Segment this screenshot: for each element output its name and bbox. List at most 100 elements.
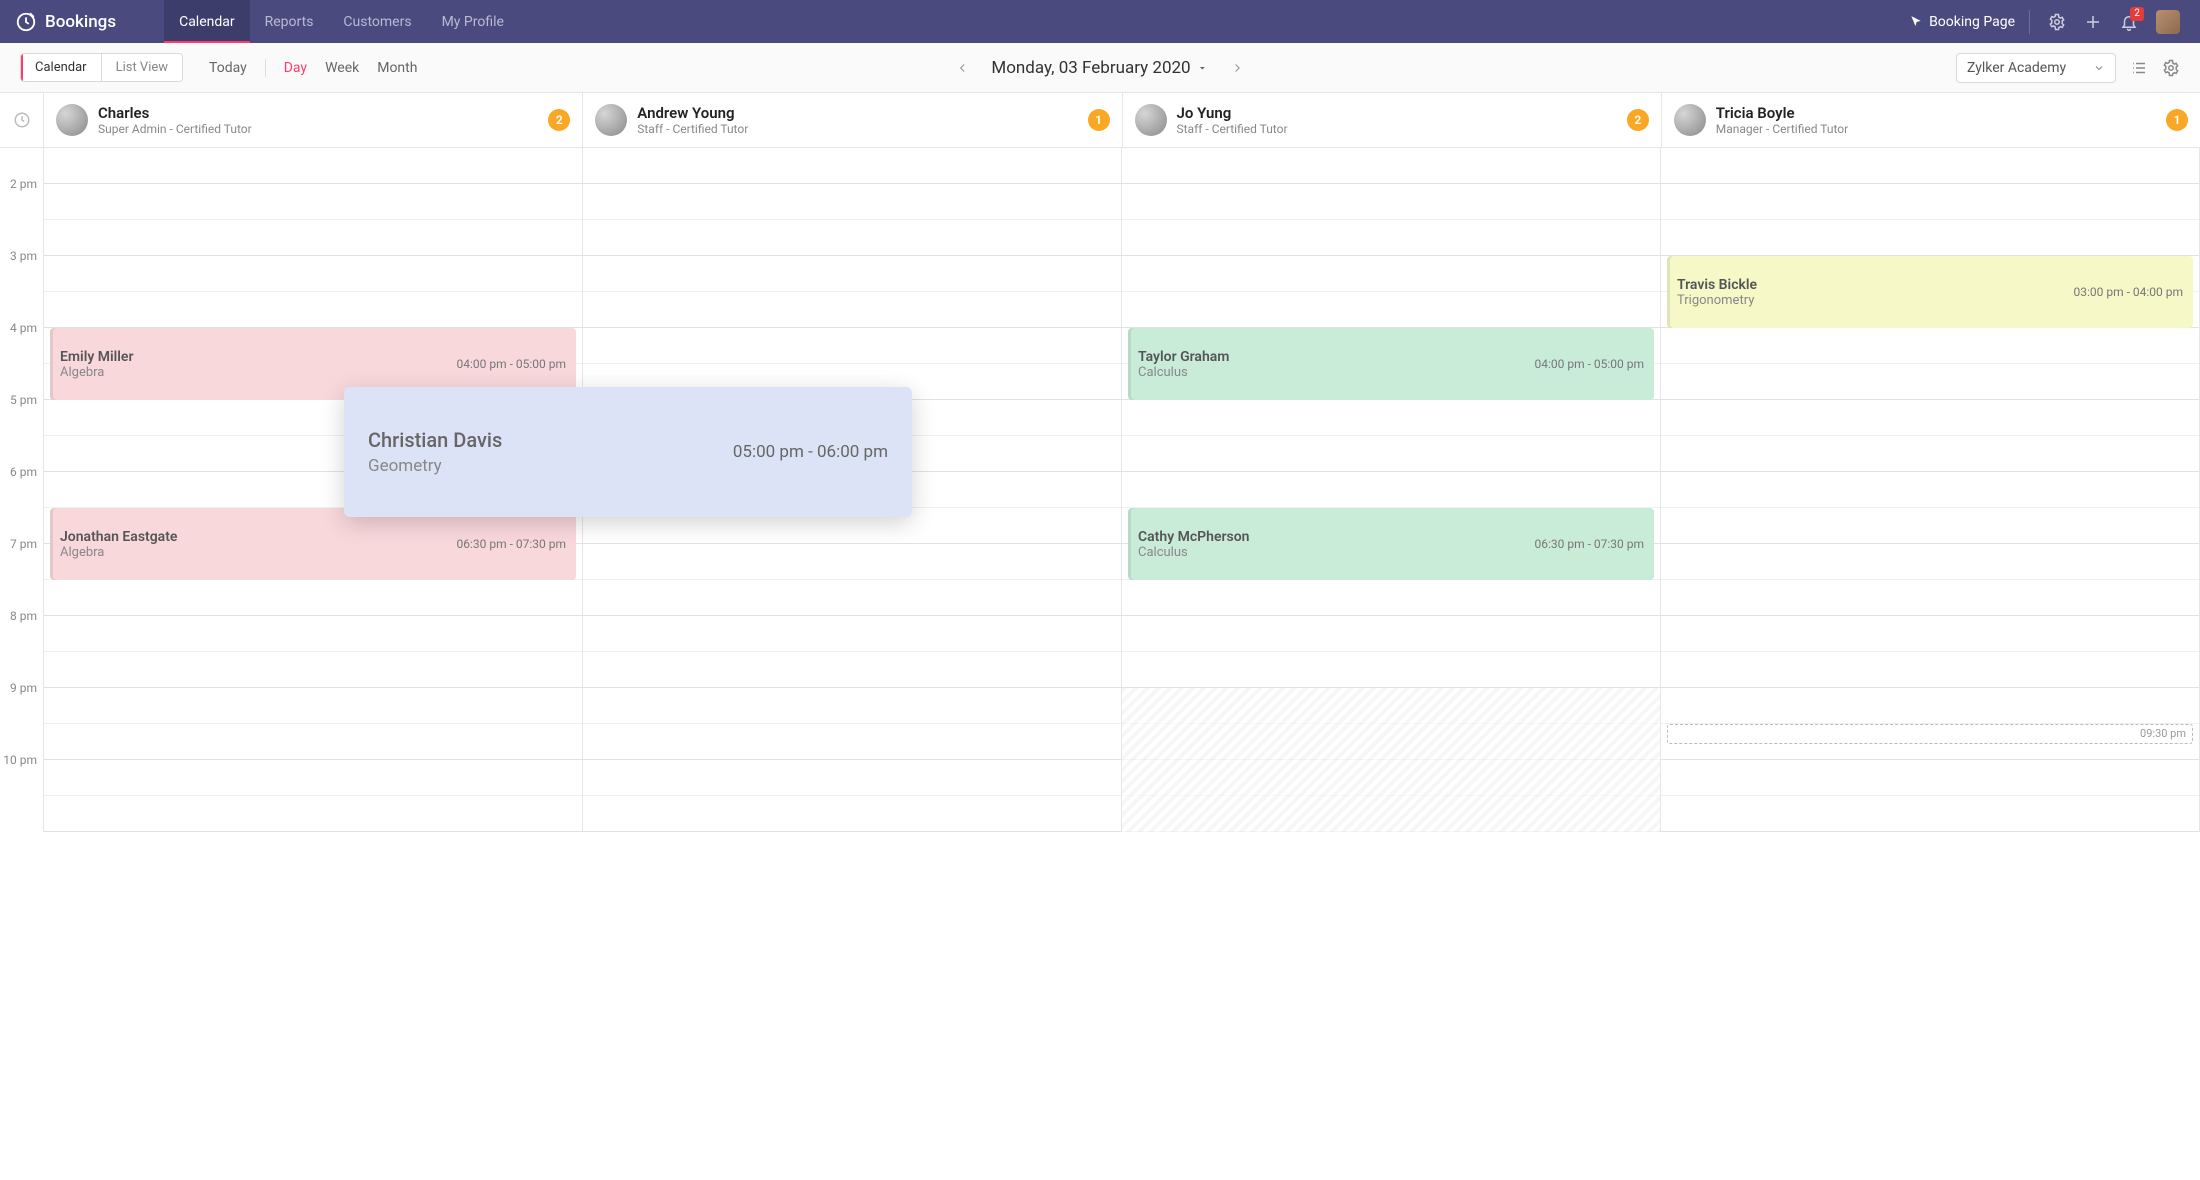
time-slot[interactable] (1661, 688, 2199, 724)
time-slot[interactable] (583, 292, 1121, 328)
calendar-event[interactable]: Travis BickleTrigonometry03:00 pm - 04:0… (1667, 256, 2193, 328)
plus-icon[interactable] (2084, 13, 2102, 31)
time-slot[interactable] (44, 724, 582, 760)
time-slot[interactable] (1122, 724, 1660, 760)
appointment-count-badge: 2 (1627, 109, 1649, 131)
time-slot[interactable] (1661, 400, 2199, 436)
time-slot[interactable] (1122, 148, 1660, 184)
time-slot[interactable] (583, 688, 1121, 724)
time-slot[interactable] (1661, 580, 2199, 616)
calendar-event[interactable]: Cathy McPhersonCalculus06:30 pm - 07:30 … (1128, 508, 1654, 580)
time-slot[interactable] (583, 580, 1121, 616)
date-text: Monday, 03 February 2020 (991, 58, 1190, 78)
time-slot[interactable] (1661, 436, 2199, 472)
staff-head-charles[interactable]: Charles Super Admin - Certified Tutor 2 (44, 93, 583, 147)
time-slot[interactable] (1122, 796, 1660, 832)
time-slot[interactable] (1661, 544, 2199, 580)
time-slot[interactable] (583, 328, 1121, 364)
nav-tab-myprofile[interactable]: My Profile (427, 0, 519, 43)
hour-label: 5 pm (0, 400, 43, 472)
calendar-columns: Emily MillerAlgebra04:00 pm - 05:00 pmJo… (44, 148, 2200, 832)
bell-icon[interactable]: 2 (2120, 13, 2138, 31)
time-slot[interactable] (44, 256, 582, 292)
nav-tab-reports[interactable]: Reports (250, 0, 329, 43)
time-slot[interactable] (1661, 760, 2199, 796)
staff-role: Staff - Certified Tutor (637, 122, 748, 136)
list-view-button[interactable]: List View (101, 54, 182, 81)
time-slot[interactable] (583, 616, 1121, 652)
time-slot[interactable] (1122, 652, 1660, 688)
user-avatar[interactable] (2156, 10, 2180, 34)
time-slot[interactable] (1122, 400, 1660, 436)
hour-label: 6 pm (0, 472, 43, 544)
calendar-view-button[interactable]: Calendar (21, 54, 101, 81)
time-slot[interactable] (583, 148, 1121, 184)
time-gutter: 2 pm3 pm4 pm5 pm6 pm7 pm8 pm9 pm10 pm (0, 148, 44, 832)
staff-head-andrew[interactable]: Andrew Young Staff - Certified Tutor 1 (583, 93, 1122, 147)
time-slot[interactable] (1122, 292, 1660, 328)
time-slot[interactable] (1122, 472, 1660, 508)
time-slot[interactable] (583, 724, 1121, 760)
time-slot[interactable] (583, 760, 1121, 796)
calendar-event[interactable]: Jonathan EastgateAlgebra06:30 pm - 07:30… (50, 508, 576, 580)
today-button[interactable]: Today (209, 60, 247, 76)
time-slot[interactable] (44, 760, 582, 796)
nav-tab-customers[interactable]: Customers (328, 0, 426, 43)
time-slot[interactable] (1661, 616, 2199, 652)
time-slot[interactable] (44, 580, 582, 616)
time-slot[interactable] (1122, 220, 1660, 256)
time-slot[interactable] (1661, 508, 2199, 544)
time-slot[interactable] (1122, 184, 1660, 220)
staff-head-jo[interactable]: Jo Yung Staff - Certified Tutor 2 (1123, 93, 1662, 147)
current-date-label[interactable]: Monday, 03 February 2020 (991, 58, 1208, 78)
prev-date-button[interactable] (955, 61, 969, 75)
time-slot[interactable] (44, 688, 582, 724)
time-slot[interactable] (1122, 436, 1660, 472)
time-slot[interactable] (44, 616, 582, 652)
drop-target-slot[interactable]: 09:30 pm (1667, 724, 2193, 744)
booking-page-link[interactable]: Booking Page (1909, 10, 2030, 34)
time-slot[interactable] (583, 796, 1121, 832)
time-slot[interactable] (1661, 796, 2199, 832)
time-slot[interactable] (1661, 148, 2199, 184)
time-slot[interactable] (1122, 760, 1660, 796)
time-slot[interactable] (1661, 472, 2199, 508)
staff-head-tricia[interactable]: Tricia Boyle Manager - Certified Tutor 1 (1662, 93, 2200, 147)
month-button[interactable]: Month (377, 60, 417, 76)
time-slot[interactable] (1661, 652, 2199, 688)
time-slot[interactable] (1661, 184, 2199, 220)
staff-column-tricia[interactable]: 09:30 pm Travis BickleTrigonometry03:00 … (1661, 148, 2200, 832)
staff-column-jo[interactable]: Taylor GrahamCalculus04:00 pm - 05:00 pm… (1122, 148, 1661, 832)
day-button[interactable]: Day (284, 60, 307, 76)
time-slot[interactable] (44, 796, 582, 832)
brand[interactable]: Bookings (15, 11, 116, 33)
hour-label: 9 pm (0, 688, 43, 760)
settings-icon[interactable] (2162, 59, 2180, 77)
week-button[interactable]: Week (325, 60, 359, 76)
time-slot[interactable] (44, 652, 582, 688)
time-slot[interactable] (583, 184, 1121, 220)
time-slot[interactable] (44, 184, 582, 220)
time-slot[interactable] (44, 148, 582, 184)
time-slot[interactable] (583, 220, 1121, 256)
time-slot[interactable] (44, 292, 582, 328)
time-slot[interactable] (583, 652, 1121, 688)
time-slot[interactable] (1122, 256, 1660, 292)
next-date-button[interactable] (1231, 61, 1245, 75)
time-slot[interactable] (583, 256, 1121, 292)
workspace-select[interactable]: Zylker Academy (1956, 53, 2116, 83)
nav-tab-calendar[interactable]: Calendar (164, 0, 250, 43)
time-slot[interactable] (1122, 616, 1660, 652)
dragging-event-card[interactable]: Christian Davis Geometry 05:00 pm - 06:0… (344, 387, 912, 517)
sort-icon[interactable] (2130, 59, 2148, 77)
time-slot[interactable] (583, 544, 1121, 580)
calendar-grid: 2 pm3 pm4 pm5 pm6 pm7 pm8 pm9 pm10 pm Em… (0, 148, 2200, 832)
time-slot[interactable] (1122, 688, 1660, 724)
time-slot[interactable] (1661, 328, 2199, 364)
calendar-event[interactable]: Taylor GrahamCalculus04:00 pm - 05:00 pm (1128, 328, 1654, 400)
time-slot[interactable] (1661, 364, 2199, 400)
time-slot[interactable] (1661, 220, 2199, 256)
time-slot[interactable] (44, 220, 582, 256)
gear-icon[interactable] (2048, 13, 2066, 31)
time-slot[interactable] (1122, 580, 1660, 616)
